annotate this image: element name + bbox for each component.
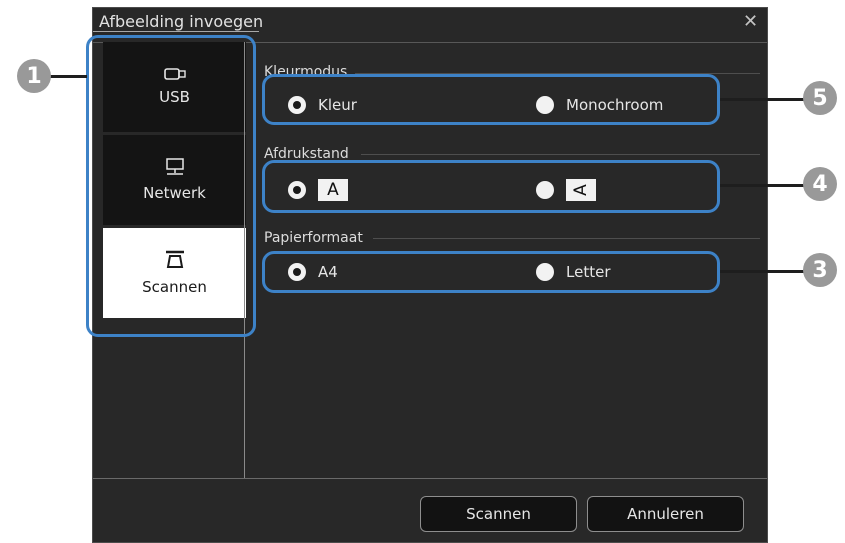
close-icon[interactable]: ✕ — [743, 11, 758, 32]
callout-frame-3 — [262, 251, 720, 293]
callout-frame-5 — [262, 74, 720, 125]
section-divider — [361, 154, 760, 155]
callout-badge-3: 3 — [803, 253, 837, 287]
callout-connector-1 — [50, 75, 87, 78]
footer-divider — [93, 478, 767, 479]
callout-connector-5 — [720, 98, 804, 101]
section-divider — [373, 238, 760, 239]
callout-frame-1 — [86, 35, 256, 337]
callout-connector-3 — [720, 270, 804, 273]
cancel-button[interactable]: Annuleren — [587, 496, 744, 532]
callout-badge-1: 1 — [17, 59, 51, 93]
callout-badge-4: 4 — [803, 167, 837, 201]
paper-size-label: Papierformaat — [264, 230, 363, 246]
title-underline — [93, 31, 259, 32]
dialog-title: Afbeelding invoegen — [99, 12, 264, 31]
callout-frame-4 — [262, 160, 720, 213]
callout-badge-5: 5 — [803, 81, 837, 115]
scan-button[interactable]: Scannen — [420, 496, 577, 532]
callout-connector-4 — [720, 184, 804, 187]
